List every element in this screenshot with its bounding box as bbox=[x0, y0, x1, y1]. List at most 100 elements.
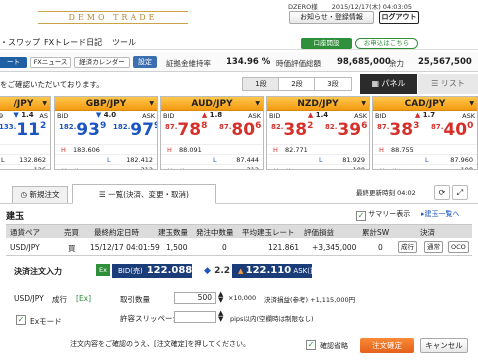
dropdown-icon[interactable]: ▼ bbox=[255, 97, 260, 111]
bid-price[interactable]: 133.112 bbox=[0, 120, 50, 144]
logout-button[interactable]: ログアウト bbox=[379, 11, 419, 24]
rate-panel-title: /JPY ▼ bbox=[0, 97, 50, 111]
bid-price: 87.788 bbox=[165, 120, 208, 140]
ask-price: 182.979 bbox=[113, 120, 157, 140]
oco-settle-button[interactable]: OCO bbox=[448, 241, 469, 253]
table-row[interactable]: USD/JPY 買 15/12/17 04:01:59 1,500 0 121.… bbox=[6, 238, 472, 256]
dropdown-icon[interactable]: ▼ bbox=[469, 97, 474, 111]
menu-item-swap[interactable]: ・スワップ bbox=[0, 37, 40, 48]
order-list-tab[interactable]: ☰ 一覧(決済、変更・取消) bbox=[72, 184, 216, 204]
market-settle-button[interactable]: 成行 bbox=[398, 241, 417, 253]
menu-item-fx-diary[interactable]: FXトレード日記 bbox=[44, 37, 102, 48]
settings-button[interactable]: 設定 bbox=[133, 56, 157, 68]
rate-panel-title: CAD/JPY ▼ bbox=[373, 97, 477, 111]
economic-calendar-button[interactable]: 経済カレンダー bbox=[74, 57, 130, 68]
refresh-icon[interactable]: ⟳ bbox=[434, 185, 450, 200]
rate-button[interactable]: ート bbox=[0, 57, 27, 68]
price-row[interactable]: 87.383 87.400 bbox=[373, 120, 477, 144]
valuation-value: 98,685,000 bbox=[337, 57, 391, 67]
row-datetime: 15/12/17 04:01:59 bbox=[90, 243, 160, 252]
dropdown-icon[interactable]: ▼ bbox=[361, 97, 366, 111]
col-sw: 累計SW bbox=[362, 228, 390, 237]
high-row: H 183.606 bbox=[55, 144, 157, 154]
menu-item-tools[interactable]: ツール bbox=[112, 37, 136, 48]
confirm-skip-checkbox[interactable]: ✓ bbox=[306, 340, 316, 350]
settle-ask-price[interactable]: ▲ 122.110 ASK(買) bbox=[232, 264, 320, 278]
col-ordering: 発注中数量 bbox=[196, 228, 234, 237]
clock: 2015/12/17(木) 04:03:05 bbox=[331, 3, 412, 11]
high-row: H 88.755 bbox=[373, 144, 477, 154]
summary-checkbox[interactable]: ✓ bbox=[356, 211, 366, 221]
rate-panel-partial[interactable]: /JPY▼ 9▼ 1.4AS 133.112 L132.862 126 bbox=[0, 96, 51, 170]
bid-price: 82.382 bbox=[271, 120, 314, 140]
ex-badge: Ex bbox=[96, 264, 110, 276]
prev-row: 前日比312 bbox=[55, 164, 157, 169]
bid-price: 87.383 bbox=[377, 120, 420, 140]
segment-2[interactable]: 2段 bbox=[278, 77, 316, 91]
resize-icon[interactable]: ⤢ bbox=[452, 185, 468, 200]
segment-3[interactable]: 3段 bbox=[314, 77, 352, 91]
price-row[interactable]: 82.382 82.396 bbox=[267, 120, 369, 144]
high-row: H 82.771 bbox=[267, 144, 369, 154]
cancel-button[interactable]: キャンセル bbox=[420, 338, 468, 353]
ex-mode-checkbox[interactable]: ✓ bbox=[16, 315, 26, 325]
price-row[interactable]: 87.788 87.806 bbox=[161, 120, 263, 144]
segment-1[interactable]: 1段 bbox=[242, 77, 280, 91]
slippage-input[interactable] bbox=[174, 311, 216, 323]
col-datetime: 最終約定日時 bbox=[94, 228, 139, 237]
notice-button[interactable]: お知らせ・登録情報 bbox=[289, 11, 374, 24]
col-qty: 建玉数量 bbox=[158, 228, 188, 237]
confirm-skip-label: 確認省略 bbox=[320, 342, 348, 350]
position-list-link[interactable]: ▸建玉一覧へ bbox=[421, 209, 460, 219]
row-pair: USD/JPY bbox=[10, 243, 40, 252]
estimated-pnl: 決済損益(参考) +1,115,000円 bbox=[264, 296, 356, 304]
col-avg-rate: 平均建玉レート bbox=[242, 228, 295, 237]
col-settle: 決済 bbox=[420, 228, 435, 237]
brand-logo: DEMO TRADE bbox=[38, 11, 188, 24]
col-pair: 通貨ペア bbox=[10, 228, 40, 237]
ex-mode-label: Exモード bbox=[30, 317, 62, 326]
new-order-tab[interactable]: ◷ 新規注文 bbox=[12, 186, 68, 203]
prev-row: 前日比-198 bbox=[373, 164, 477, 169]
list-icon: ☰ bbox=[99, 190, 109, 199]
dropdown-icon[interactable]: ▼ bbox=[149, 97, 154, 111]
row-ordering: 0 bbox=[222, 243, 227, 252]
settle-bid-price[interactable]: BID(売) 122.088 bbox=[112, 264, 192, 278]
rate-panel-cad-jpy[interactable]: CAD/JPY ▼ BID ▲ 1.7 ASK 87.383 87.400 H 88.755 L 8… bbox=[372, 96, 478, 170]
confirm-order-button[interactable]: 注文確定 bbox=[360, 338, 414, 353]
yoryoku-value: 25,567,500 bbox=[418, 57, 472, 67]
normal-settle-button[interactable]: 通常 bbox=[424, 241, 443, 253]
prev-row: 前日比100 bbox=[267, 164, 369, 169]
order-type-ex: [Ex] bbox=[76, 294, 92, 303]
ask-price: 87.806 bbox=[219, 120, 262, 140]
dropdown-icon[interactable]: ▼ bbox=[42, 97, 47, 111]
info-message: をご確認いただいております。 bbox=[0, 80, 104, 89]
qty-stepper[interactable]: ▲ ▼ bbox=[218, 291, 223, 304]
rate-panel-aud-jpy[interactable]: AUD/JPY ▼ BID ▲ 1.8 ASK 87.788 87.806 H 88.091 L 8… bbox=[160, 96, 264, 170]
last-update: 最終更新時刻 04:02 bbox=[356, 189, 416, 197]
trend-icon: ▼ bbox=[95, 111, 102, 119]
margin-rate-label: 証拠金維持率 bbox=[166, 59, 211, 68]
margin-rate-value: 134.96 % bbox=[226, 57, 271, 67]
fx-news-button[interactable]: FXニュース bbox=[30, 57, 71, 68]
rate-panel-nzd-jpy[interactable]: NZD/JPY ▼ BID ▲ 1.4 ASK 82.382 82.396 H 82.771 L 8… bbox=[266, 96, 370, 170]
account-open-button[interactable]: 口座開設 bbox=[301, 38, 352, 49]
qty-input[interactable]: 500 bbox=[174, 292, 216, 304]
row-pnl: +3,345,000 bbox=[312, 243, 357, 252]
settle-pair: USD/JPY bbox=[14, 294, 44, 303]
list-icon: ☰ bbox=[431, 79, 441, 88]
row-avg-rate: 121.861 bbox=[268, 243, 300, 252]
summary-toggle[interactable]: ✓ サマリー表示 bbox=[356, 209, 410, 221]
price-row[interactable]: 182.939 182.979 bbox=[55, 120, 157, 144]
rate-panel-gbp-jpy[interactable]: GBP/JPY▼BID▼ 4.0ASK182.939182.979H183.60… bbox=[54, 96, 158, 170]
trend-icon: ▲ bbox=[414, 111, 421, 119]
slippage-stepper[interactable]: ▲ ▼ bbox=[218, 310, 223, 323]
low-row: L 182.412 bbox=[55, 154, 157, 164]
grid-icon: ▦ bbox=[371, 79, 382, 88]
ask-label: ASK bbox=[354, 112, 367, 120]
slippage-label: 許容スリッページ bbox=[120, 314, 180, 323]
list-view-tab[interactable]: ☰ リスト bbox=[418, 74, 478, 94]
col-side: 売買 bbox=[64, 228, 79, 237]
panel-view-tab[interactable]: ▦ パネル bbox=[360, 74, 417, 94]
apply-here-button[interactable]: お申込はこちら bbox=[355, 38, 418, 49]
